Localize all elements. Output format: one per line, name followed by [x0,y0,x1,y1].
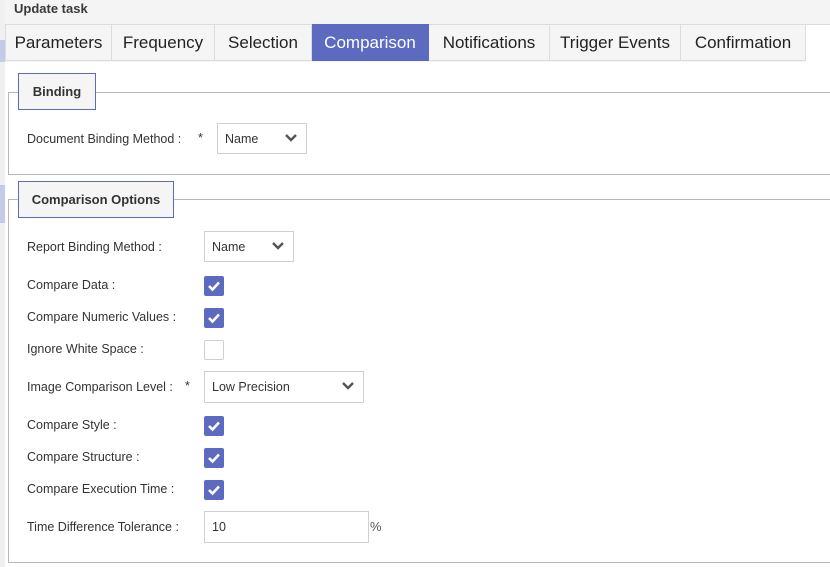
percent-unit: % [370,519,382,534]
tab-notifications[interactable]: Notifications [429,24,550,61]
required-marker: * [198,131,203,145]
document-binding-method-label: Document Binding Method : [27,132,182,146]
compare-data-checkbox[interactable] [204,276,224,296]
checkmark-icon [208,421,220,432]
compare-structure-label: Compare Structure : [27,450,140,464]
compare-numeric-values-label: Compare Numeric Values : [27,310,177,324]
checkmark-icon [208,453,220,464]
checkmark-icon [208,485,220,496]
chevron-down-icon [272,242,284,250]
tab-selection[interactable]: Selection [215,24,312,61]
report-binding-method-value: Name [212,240,246,254]
tab-bar-filler [806,24,830,62]
tab-confirmation[interactable]: Confirmation [681,24,806,61]
dialog-titlebar: Update task [5,0,830,24]
dialog-title: Update task [14,1,88,16]
compare-style-label: Compare Style : [27,418,117,432]
tab-frequency[interactable]: Frequency [112,24,215,61]
time-difference-tolerance-label: Time Difference Tolerance : [27,520,179,534]
compare-structure-checkbox[interactable] [204,448,224,468]
compare-execution-time-checkbox[interactable] [204,480,224,500]
checkmark-icon [208,281,220,292]
image-comparison-level-label: Image Comparison Level : [27,380,173,394]
left-panel-highlight [0,185,5,223]
compare-execution-time-label: Compare Execution Time : [27,482,175,496]
binding-legend: Binding [18,73,96,110]
report-binding-method-select[interactable]: Name [204,231,294,262]
checkmark-icon [208,313,220,324]
chevron-down-icon [285,134,297,142]
compare-style-checkbox[interactable] [204,416,224,436]
image-comparison-level-select[interactable]: Low Precision [204,371,364,403]
image-comparison-level-value: Low Precision [212,380,290,394]
document-binding-method-value: Name [225,132,259,146]
ignore-white-space-label: Ignore White Space : [27,342,144,356]
report-binding-method-label: Report Binding Method : [27,240,162,254]
comparison-options-legend: Comparison Options [18,181,174,218]
required-marker: * [185,379,190,393]
compare-numeric-values-checkbox[interactable] [204,308,224,328]
compare-data-label: Compare Data : [27,278,116,292]
tab-trigger-events[interactable]: Trigger Events [550,24,681,61]
tab-bar: Parameters Frequency Selection Compariso… [5,24,830,62]
left-panel-edge [0,0,5,567]
document-binding-method-select[interactable]: Name [217,123,307,154]
time-difference-tolerance-input[interactable] [204,511,369,543]
ignore-white-space-checkbox[interactable] [204,340,224,360]
chevron-down-icon [342,382,354,390]
tab-comparison[interactable]: Comparison [312,24,429,61]
tab-parameters[interactable]: Parameters [5,24,112,61]
